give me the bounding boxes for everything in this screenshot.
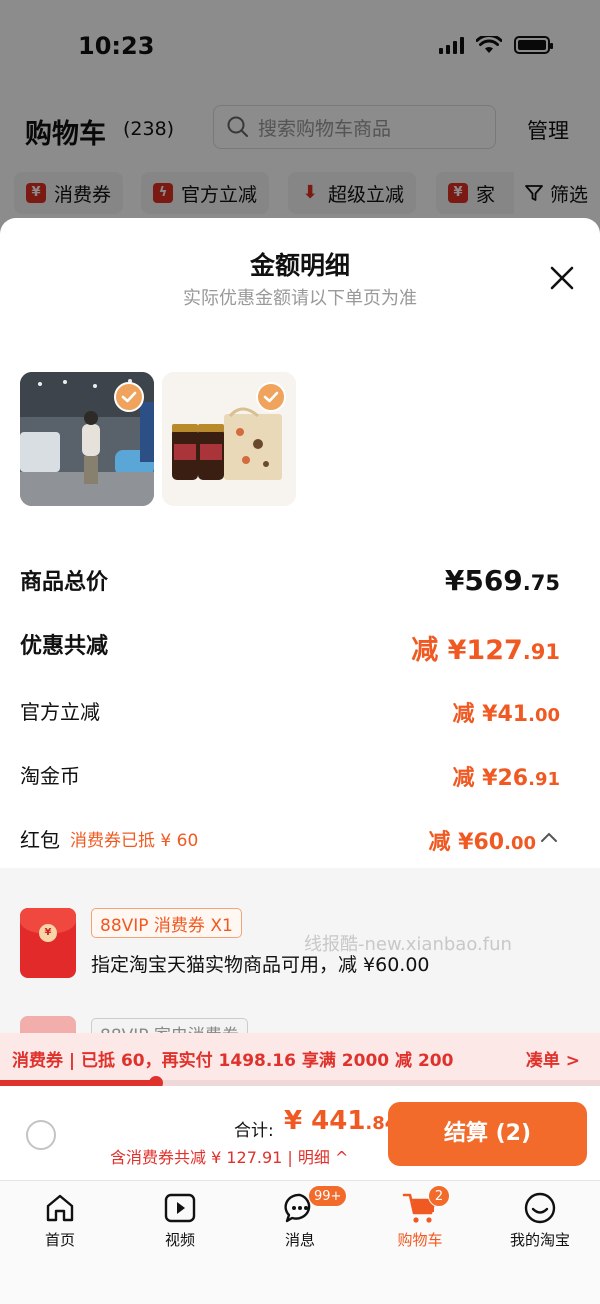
tab-video[interactable]: 视频 — [120, 1191, 240, 1261]
red-packet-value: 减 ¥60.00 — [428, 830, 536, 855]
modal-overlay[interactable] — [0, 0, 600, 240]
product-thumbnail[interactable] — [162, 372, 296, 506]
official-discount-value: 减 ¥41.00 — [452, 702, 560, 727]
cart-badge: 2 — [428, 1185, 450, 1207]
video-icon — [164, 1193, 196, 1223]
message-badge: 99+ — [308, 1185, 348, 1207]
bottom-tabbar: 首页 视频 99+ 消息 2 购物车 我的淘宝 — [0, 1180, 600, 1304]
product-thumbnail[interactable] — [20, 372, 154, 506]
select-all-checkbox[interactable] — [26, 1120, 56, 1150]
promo-text: 消费券 | 已抵 60，再实付 1498.16 享满 2000 减 200 — [12, 1051, 454, 1071]
close-icon[interactable] — [548, 264, 576, 292]
coins-discount-value: 减 ¥26.91 — [452, 766, 560, 791]
tab-label: 首页 — [44, 1231, 75, 1249]
tab-label: 我的淘宝 — [509, 1231, 570, 1249]
tab-messages[interactable]: 99+ 消息 — [240, 1185, 360, 1261]
checkout-bar: 合计: ¥ 441.84 含消费券共减 ¥ 127.91 | 明细 ^ 结算 (… — [0, 1086, 600, 1180]
row-total-discount: 优惠共减 减 ¥127.91 — [20, 628, 560, 668]
red-packet-note: 消费券已抵 ¥ 60 — [70, 831, 199, 851]
total-amount: ¥ 441.84 — [284, 1106, 398, 1136]
row-taobao-coins: 淘金币 减 ¥26.91 — [20, 760, 560, 800]
total-price-value: ¥569.75 — [444, 564, 560, 597]
chevron-up-icon[interactable] — [540, 830, 558, 844]
row-label: 淘金币 — [20, 764, 80, 788]
selected-check-icon — [256, 382, 286, 412]
watermark: 线报酷-new.xianbao.fun — [304, 934, 512, 955]
selected-check-icon — [114, 382, 144, 412]
discount-detail-link[interactable]: 含消费券共减 ¥ 127.91 | 明细 ^ — [110, 1144, 348, 1168]
cart-page: 10:23 购物车 (238) 搜索购物车商品 管理 ¥ 消费券 ϟ 官方立减 ⬇ 超… — [0, 0, 600, 240]
add-items-link[interactable]: 凑单 > — [526, 1046, 580, 1071]
sheet-title: 金额明细 — [249, 251, 350, 280]
checkout-button[interactable]: 结算 (2) — [388, 1102, 587, 1166]
row-total-price: 商品总价 ¥569.75 — [20, 564, 560, 604]
row-label: 官方立减 — [20, 700, 100, 724]
tab-home[interactable]: 首页 — [0, 1191, 120, 1261]
coupon-tag: 88VIP 消费券 X1 — [91, 908, 242, 938]
tab-cart[interactable]: 2 购物车 — [360, 1185, 480, 1261]
tab-label: 购物车 — [397, 1231, 443, 1249]
row-official-discount: 官方立减 减 ¥41.00 — [20, 696, 560, 736]
row-label: 优惠共减 — [20, 634, 109, 659]
total-label: 合计: — [234, 1121, 274, 1141]
profile-icon — [524, 1192, 556, 1224]
row-label: 商品总价 — [20, 570, 109, 595]
home-icon — [46, 1194, 74, 1222]
promo-bar[interactable]: 消费券 | 已抵 60，再实付 1498.16 享满 2000 减 200 凑单… — [0, 1033, 600, 1081]
total-discount-value: 减 ¥127.91 — [411, 635, 560, 666]
row-label: 红包 — [20, 828, 60, 852]
tab-label: 消息 — [284, 1231, 315, 1249]
row-red-packet[interactable]: 红包 消费券已抵 ¥ 60 减 ¥60.00 — [20, 824, 557, 864]
red-packet-icon: ¥ — [20, 908, 76, 978]
tab-my-taobao[interactable]: 我的淘宝 — [480, 1191, 600, 1261]
sheet-subtitle: 实际优惠金额请以下单页为准 — [183, 288, 417, 309]
tab-label: 视频 — [164, 1231, 195, 1249]
